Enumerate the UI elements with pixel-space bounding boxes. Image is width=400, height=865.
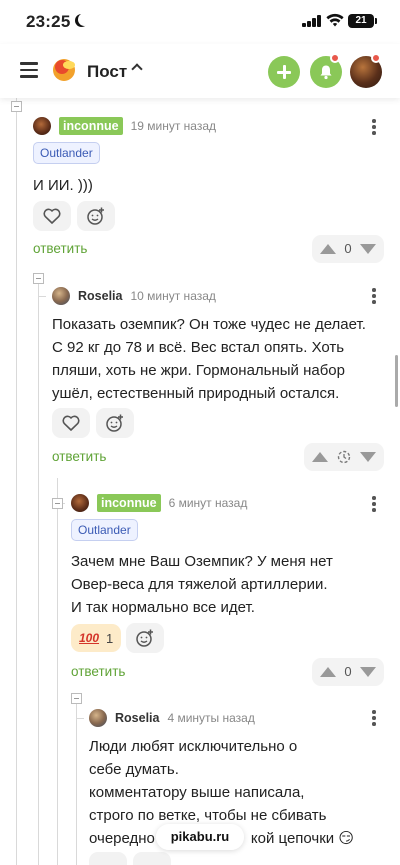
downvote-button[interactable] [360,244,376,254]
scrollbar[interactable] [395,355,398,407]
avatar[interactable] [33,117,51,135]
status-bar: 23:25 21 [0,0,400,44]
rating-widget: 0 [312,658,384,686]
menu-icon[interactable] [20,62,38,78]
site-address-pill[interactable]: pikabu.ru [156,824,244,850]
signal-icon [302,15,322,27]
avatar[interactable] [89,709,107,727]
comment-line-part: очередно [89,830,155,847]
rating-hidden-icon [337,450,351,464]
status-time: 23:25 [26,12,71,31]
comment-text: И ИИ. ))) [33,177,93,194]
wifi-icon [326,13,344,27]
thread-line [57,478,58,865]
smiley-plus-icon [106,414,123,432]
avatar[interactable] [52,287,70,305]
comment-header: Roselia 4 минуты назад [89,707,255,729]
more-icon[interactable] [372,288,376,304]
add-reaction-button[interactable] [133,852,171,865]
user-avatar[interactable] [350,53,382,88]
timestamp[interactable]: 19 минут назад [131,119,216,133]
like-button[interactable] [89,852,127,865]
upvote-button[interactable] [312,452,328,462]
comment-text: Показать оземпик? Он тоже чудес не делае… [52,313,366,405]
more-icon[interactable] [372,119,376,135]
thread-line [38,278,39,865]
battery-icon: 21 [348,14,377,28]
like-button[interactable] [52,408,90,438]
smiley-plus-icon [136,629,153,647]
reply-link[interactable]: ответить [71,664,125,679]
reaction-100[interactable]: 100 1 [71,624,122,652]
collapse-toggle[interactable] [71,693,82,704]
comment-line: Люди любят исключительно о [89,738,298,755]
author-name[interactable]: inconnue [59,117,123,135]
add-reaction-button[interactable] [126,623,164,653]
page-title[interactable]: Пост [87,62,127,82]
thread-line [16,98,17,865]
collapse-toggle[interactable] [33,273,44,284]
app-header: Пост [0,44,400,98]
add-reaction-button[interactable] [77,201,115,231]
add-post-button[interactable] [268,56,300,88]
notification-dot [330,53,340,63]
comment-line: Показать оземпик? Он тоже чудес не делае… [52,316,366,333]
bell-icon [320,65,332,80]
comment-line: Зачем мне Ваш Оземпик? У меня нет [71,553,333,570]
moon-icon [78,13,91,26]
comment-line: И так нормально все идет. [71,599,255,616]
comment-header: inconnue 6 минут назад [71,492,247,514]
downvote-button[interactable] [360,667,376,677]
thread-line [38,296,46,297]
timestamp[interactable]: 4 минуты назад [167,711,254,725]
like-button[interactable] [33,201,71,231]
comments-thread: inconnue 19 минут назад Outlander И ИИ. … [0,98,400,865]
avatar-notification-dot [371,53,381,63]
heart-icon [62,415,80,431]
chevron-up-icon[interactable] [131,63,143,75]
downvote-button[interactable] [360,452,376,462]
avatar[interactable] [71,494,89,512]
comment-line-part: кой цепочки 😏 [250,830,354,847]
reaction-count: 1 [106,630,114,646]
smiley-plus-icon [87,207,104,225]
reply-link[interactable]: ответить [52,449,106,464]
author-name[interactable]: inconnue [97,494,161,512]
comment-line: Овер-веса для тяжелой артиллерии. [71,576,328,593]
author-name[interactable]: Roselia [115,711,159,725]
heart-icon [43,208,61,224]
comment-header: inconnue 19 минут назад [33,115,216,137]
comment-line: себе думать. [89,761,179,778]
notifications-button[interactable] [310,53,342,88]
collapse-toggle[interactable] [11,101,22,112]
more-icon[interactable] [372,496,376,512]
rating-widget: 0 [312,235,384,263]
author-name[interactable]: Roselia [78,289,122,303]
timestamp[interactable]: 10 минут назад [130,289,215,303]
comment-line: пляши, хоть не жри. Гормональный набор [52,362,345,379]
timestamp[interactable]: 6 минут назад [169,496,248,510]
add-reaction-button[interactable] [96,408,134,438]
hundred-points-icon: 100 [79,631,100,645]
reply-link[interactable]: ответить [33,241,87,256]
comment-line: ушёл, естественный природный остался. [52,385,340,402]
comment-text: Зачем мне Ваш Оземпик? У меня нет Овер-в… [71,550,333,619]
rating-widget [304,443,384,471]
thread-line [76,698,77,865]
collapse-toggle[interactable] [52,498,63,509]
comment-header: Roselia 10 минут назад [52,285,216,307]
more-icon[interactable] [372,710,376,726]
community-tag[interactable]: Outlander [33,142,100,164]
community-tag[interactable]: Outlander [71,519,138,541]
comment-line: С 92 кг до 78 и всё. Вес встал опять. Хо… [52,339,345,356]
pikabu-logo[interactable] [52,56,78,82]
comment-line: комментатору выше написала, [89,784,305,801]
thread-line [76,718,84,719]
